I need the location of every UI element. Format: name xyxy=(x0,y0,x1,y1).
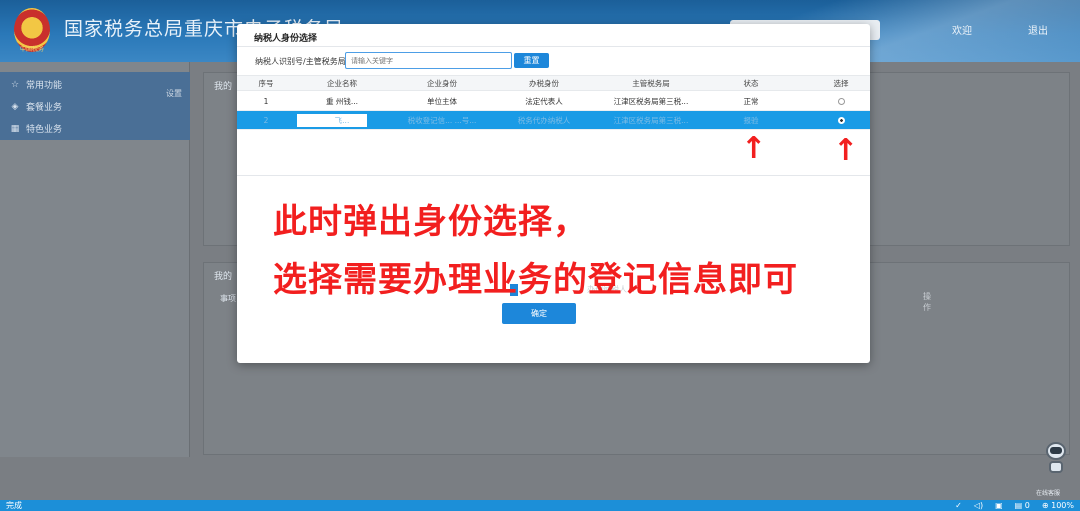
col-company: 企业名称 xyxy=(327,78,357,88)
sidebar-setting-link[interactable]: 设置 xyxy=(166,88,182,99)
col-status: 状态 xyxy=(743,78,759,88)
zoom-icon[interactable]: ⊕ 100% xyxy=(1042,500,1074,511)
divider xyxy=(237,175,870,176)
background-ghost-op: 操作 xyxy=(923,292,931,312)
emblem-text: 中国税务 xyxy=(19,46,44,53)
select-radio-checked[interactable] xyxy=(837,116,845,124)
filter-label: 纳税人识别号/主管税务局 xyxy=(255,57,346,66)
counter-icon[interactable]: ▤ 0 xyxy=(1015,500,1030,511)
col-identity: 企业身份 xyxy=(427,78,457,88)
briefcase-icon[interactable]: ▣ xyxy=(995,500,1003,511)
sidebar-item-label: 套餐业务 xyxy=(26,103,63,113)
panel-tab[interactable]: 我的 xyxy=(214,269,232,282)
panel-tab[interactable]: 我的 xyxy=(214,79,232,92)
row-bureau: 江津区税务局第三税... xyxy=(613,96,689,106)
row-select xyxy=(796,92,886,110)
row-status: 正常 xyxy=(743,96,759,106)
browser-status-bar: 完成 ✓ ◁) ▣ ▤ 0 ⊕ 100% xyxy=(0,500,1080,511)
sidebar-item-special[interactable]: ▦ 特色业务 xyxy=(10,122,63,136)
row-role: 法定代表人 xyxy=(525,96,563,106)
row-index: 1 xyxy=(263,96,269,106)
layers-icon: ◈ xyxy=(11,101,19,112)
logout-link[interactable]: 退出 xyxy=(1028,22,1048,37)
sidebar-item-label: 常用功能 xyxy=(26,81,63,91)
keyword-search-input[interactable] xyxy=(345,52,512,69)
select-radio[interactable] xyxy=(837,97,845,105)
row-role: 税务代办纳税人 xyxy=(517,115,571,125)
customer-service-robot-icon[interactable] xyxy=(1040,442,1072,484)
column-header-item: 事项 xyxy=(220,294,236,303)
welcome-text: 欢迎 xyxy=(952,26,972,37)
col-bureau: 主管税务局 xyxy=(632,78,670,88)
table-header: 序号 企业名称 企业身份 办税身份 主管税务局 状态 选择 xyxy=(237,75,870,91)
shield-icon[interactable]: ✓ xyxy=(955,500,962,511)
row-identity: 税收登记信... ...号... xyxy=(407,115,477,125)
row-select xyxy=(796,111,886,129)
row-index: 2 xyxy=(263,115,269,125)
sidebar-item-label: 特色业务 xyxy=(26,125,63,135)
row-bureau: 江津区税务局第三税... xyxy=(613,115,689,125)
star-icon: ☆ xyxy=(10,79,20,90)
annotation-line-1: 此时弹出身份选择， xyxy=(273,202,588,242)
dialog-title: 纳税人身份选择 xyxy=(254,34,318,44)
annotation-arrow-up-icon: ↑ xyxy=(741,131,767,166)
col-index: 序号 xyxy=(258,78,274,88)
divider xyxy=(237,46,870,47)
annotation-arrow-up-icon: ↑ xyxy=(833,133,859,168)
status-text: 完成 xyxy=(6,501,22,510)
status-tray: ✓ ◁) ▣ ▤ 0 ⊕ 100% xyxy=(955,500,1074,511)
row-status: 报验 xyxy=(743,115,759,125)
reset-button[interactable]: 重置 xyxy=(514,53,549,68)
tutorial-annotation: 此时弹出身份选择， 选择需要办理业务的登记信息即可 xyxy=(273,193,798,309)
robot-label: 在线客服 xyxy=(1036,490,1061,497)
sidebar: 设置 ☆ 常用功能 ◈ 套餐业务 ▦ 特色业务 xyxy=(0,62,190,457)
sidebar-item-package[interactable]: ◈ 套餐业务 xyxy=(10,100,63,114)
speaker-icon[interactable]: ◁) xyxy=(974,500,983,511)
annotation-line-2: 选择需要办理业务的登记信息即可 xyxy=(273,260,798,300)
table-row-selected[interactable]: 2 飞... 税收登记信... ...号... 税务代办纳税人 江津区税务局第三… xyxy=(237,111,870,130)
row-company: 重 州钱... xyxy=(325,96,359,106)
col-role: 办税身份 xyxy=(529,78,559,88)
grid-icon: ▦ xyxy=(10,123,20,134)
row-company: 飞... xyxy=(334,115,350,125)
table-row[interactable]: 1 重 州钱... 单位主体 法定代表人 江津区税务局第三税... 正常 xyxy=(237,92,870,111)
sidebar-menu: 设置 ☆ 常用功能 ◈ 套餐业务 ▦ 特色业务 xyxy=(0,72,190,140)
sidebar-item-common[interactable]: ☆ 常用功能 xyxy=(10,78,63,92)
col-select: 选择 xyxy=(833,78,849,88)
row-identity: 单位主体 xyxy=(427,96,457,106)
